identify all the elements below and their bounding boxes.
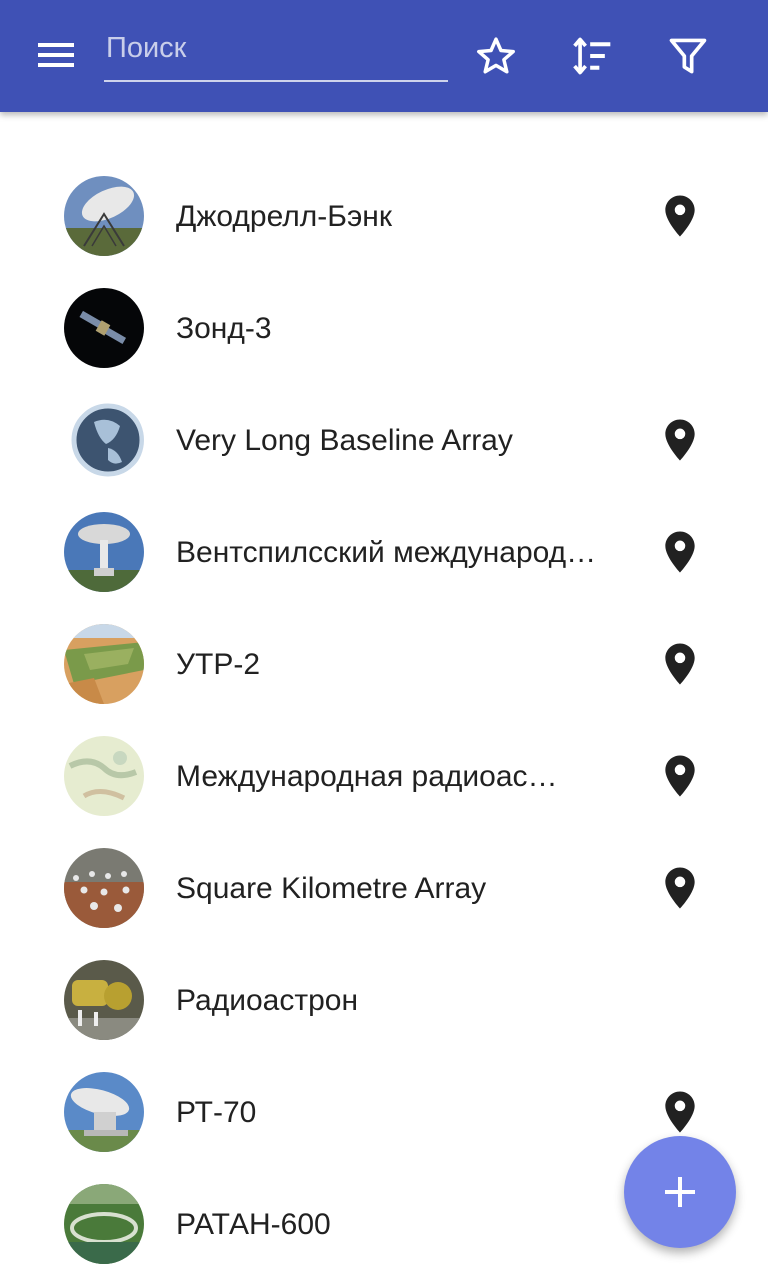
add-button[interactable] [624, 1136, 736, 1248]
thumbnail-rt-70 [64, 1072, 144, 1152]
location-pin-icon[interactable] [662, 418, 698, 462]
sort-button[interactable] [568, 32, 616, 80]
list-item-label: Международная радиоас… [176, 760, 558, 793]
menu-icon-line [38, 63, 74, 67]
list-item-label: УТР-2 [176, 648, 261, 681]
menu-icon-line [38, 43, 74, 47]
list-item[interactable]: УТР-2 [0, 608, 768, 720]
list-item[interactable]: Джодрелл-Бэнк [0, 160, 768, 272]
list-item[interactable]: Радиоастрон [0, 944, 768, 1056]
thumbnail-jodrell-bank [64, 176, 144, 256]
list-item-label: Джодрелл-Бэнк [176, 200, 392, 233]
app-bar [0, 0, 768, 112]
list-item[interactable]: Вентспилсский международ… [0, 496, 768, 608]
thumbnail-ska [64, 848, 144, 928]
list-item[interactable]: Square Kilometre Array [0, 832, 768, 944]
thumbnail-vlba [64, 400, 144, 480]
list-item-label: Радиоастрон [176, 984, 359, 1017]
list-item[interactable]: Международная радиоас… [0, 720, 768, 832]
list-item[interactable]: Very Long Baseline Array [0, 384, 768, 496]
list-item-label: РТ-70 [176, 1096, 257, 1129]
location-pin-icon[interactable] [662, 642, 698, 686]
search-input[interactable] [104, 24, 448, 72]
location-pin-icon[interactable] [662, 194, 698, 238]
thumbnail-utr-2 [64, 624, 144, 704]
list-item-label: Вентспилсский международ… [176, 536, 597, 569]
location-pin-icon[interactable] [662, 530, 698, 574]
plus-icon [665, 1177, 695, 1207]
thumbnail-ratan-600 [64, 1184, 144, 1264]
filter-button[interactable] [664, 32, 712, 80]
filter-icon [669, 38, 707, 74]
thumbnail-zond-3 [64, 288, 144, 368]
list-item-label: РАТАН-600 [176, 1208, 331, 1241]
thumbnail-ventspils [64, 512, 144, 592]
location-pin-icon[interactable] [662, 866, 698, 910]
telescope-list: Джодрелл-Бэнк Зонд-3 Very Long Baseline … [0, 160, 768, 1280]
menu-icon-line [38, 53, 74, 57]
sort-icon [573, 37, 611, 75]
location-pin-icon[interactable] [662, 1090, 698, 1134]
thumbnail-map [64, 736, 144, 816]
list-item-label: Very Long Baseline Array [176, 424, 513, 457]
thumbnail-radioastron [64, 960, 144, 1040]
list-item-label: Square Kilometre Array [176, 872, 487, 905]
star-outline-icon [477, 37, 515, 74]
location-pin-icon[interactable] [662, 754, 698, 798]
list-item[interactable]: Зонд-3 [0, 272, 768, 384]
favorites-button[interactable] [472, 32, 520, 80]
list-item-label: Зонд-3 [176, 312, 272, 345]
menu-button[interactable] [28, 32, 84, 80]
search-field [104, 24, 448, 82]
